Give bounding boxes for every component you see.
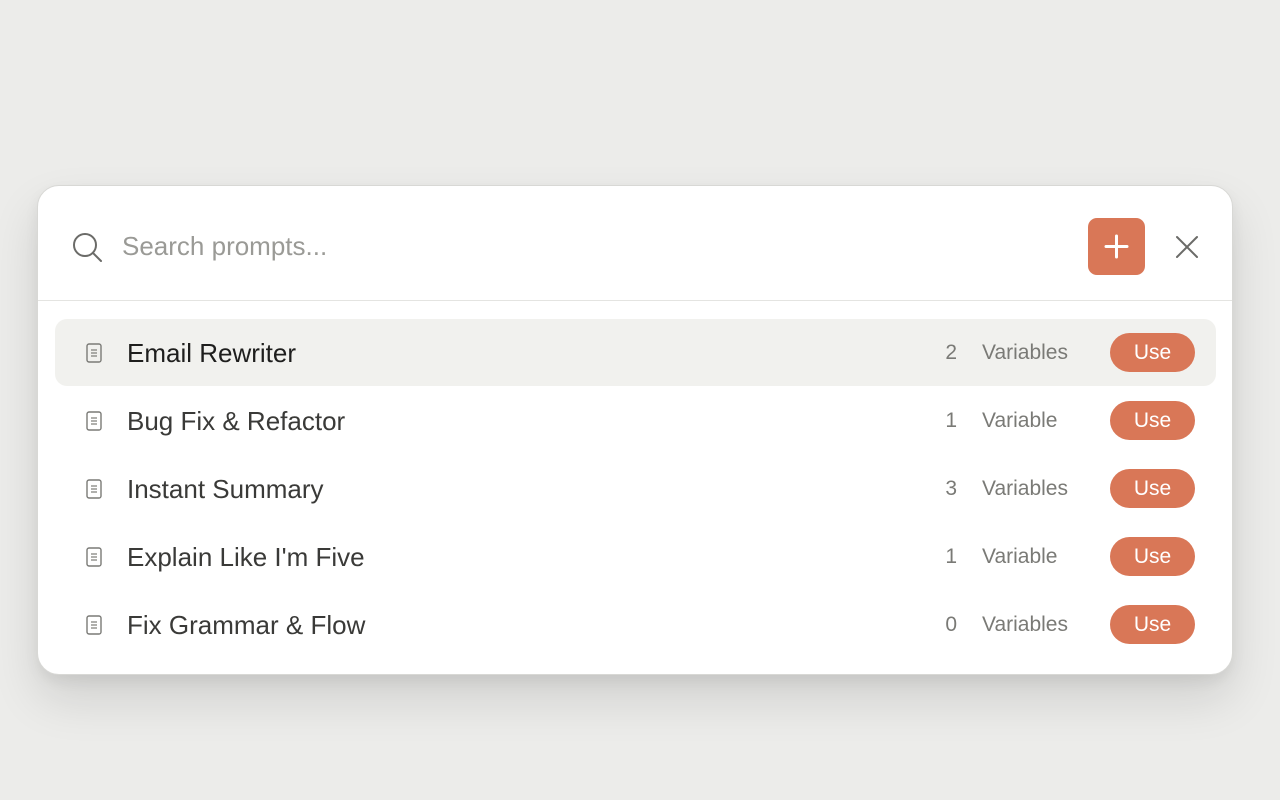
search-input[interactable] [122, 226, 1062, 266]
document-icon [86, 479, 102, 499]
variable-count: 0 [945, 613, 957, 636]
plus-icon [1104, 234, 1129, 259]
document-icon [86, 615, 102, 635]
prompt-picker-dialog: Email Rewriter 2 Variables Use Bug Fix &… [37, 185, 1233, 675]
prompt-row[interactable]: Instant Summary 3 Variables Use [55, 455, 1216, 522]
prompt-title: Explain Like I'm Five [127, 542, 365, 572]
variable-count: 2 [945, 341, 957, 364]
prompt-row[interactable]: Explain Like I'm Five 1 Variable Use [55, 523, 1216, 590]
variable-count: 3 [945, 477, 957, 500]
search-header [38, 186, 1232, 301]
close-icon [1176, 236, 1198, 258]
prompt-row[interactable]: Bug Fix & Refactor 1 Variable Use [55, 387, 1216, 454]
document-icon [86, 411, 102, 431]
variable-label: Variable [982, 545, 1058, 568]
variable-label: Variable [982, 409, 1058, 432]
search-icon [73, 233, 102, 262]
variable-count: 1 [945, 545, 957, 568]
variable-label: Variables [982, 613, 1068, 636]
prompt-row[interactable]: Fix Grammar & Flow 0 Variables Use [55, 591, 1216, 658]
prompt-title: Bug Fix & Refactor [127, 406, 346, 436]
prompt-row[interactable]: Email Rewriter 2 Variables Use [55, 319, 1216, 386]
close-button[interactable] [1170, 230, 1204, 264]
prompt-title: Fix Grammar & Flow [127, 610, 366, 640]
document-icon [86, 547, 102, 567]
variable-count: 1 [945, 409, 957, 432]
use-button[interactable]: Use [1110, 605, 1195, 644]
prompt-list: Email Rewriter 2 Variables Use Bug Fix &… [55, 319, 1216, 659]
use-button[interactable]: Use [1110, 401, 1195, 440]
variable-label: Variables [982, 477, 1068, 500]
prompt-title: Instant Summary [127, 474, 324, 504]
add-prompt-button[interactable] [1088, 218, 1145, 275]
use-button[interactable]: Use [1110, 537, 1195, 576]
use-button[interactable]: Use [1110, 333, 1195, 372]
prompt-title: Email Rewriter [127, 338, 297, 368]
document-icon [86, 343, 102, 363]
use-button[interactable]: Use [1110, 469, 1195, 508]
variable-label: Variables [982, 341, 1068, 364]
